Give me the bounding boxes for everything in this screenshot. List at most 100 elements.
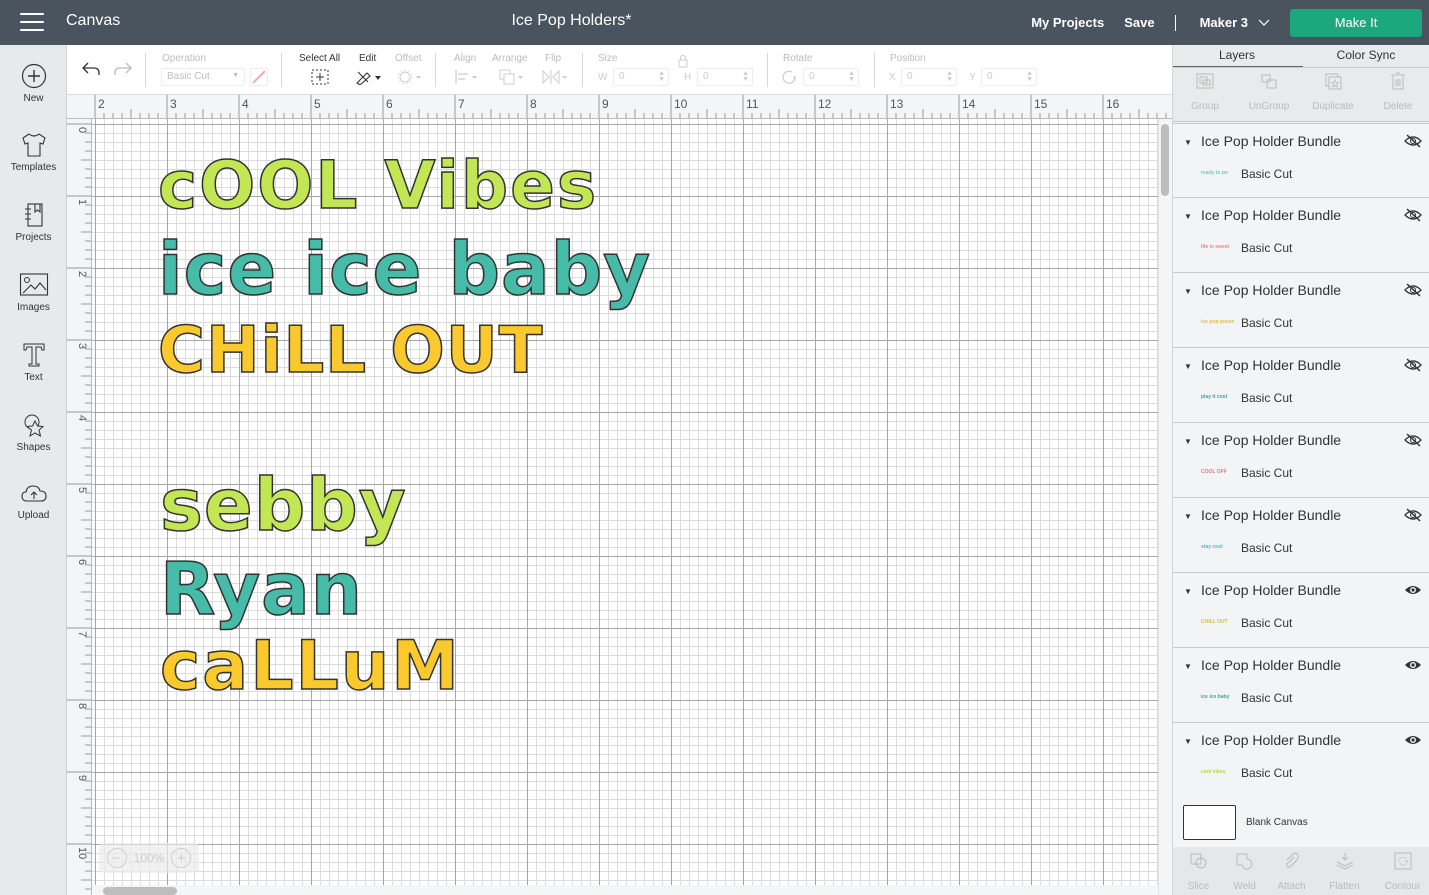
trash-icon [1391, 72, 1405, 90]
layer-row[interactable]: ▼ Ice Pop Holder Bundle CHiLL OUT Basic Cut [1173, 573, 1429, 648]
save-button[interactable]: Save [1124, 15, 1154, 30]
design-text-ice-ice-baby[interactable]: ice ice baby [157, 232, 651, 306]
lock-icon[interactable] [676, 54, 690, 68]
group-button[interactable]: Group [1173, 72, 1237, 112]
notebook-icon [24, 203, 43, 227]
image-icon [19, 273, 48, 296]
select-all-icon[interactable] [311, 69, 329, 85]
x-input[interactable]: 0 ▲ ▼ [901, 68, 957, 86]
eye-hidden-icon[interactable] [1404, 283, 1422, 297]
text-icon [23, 343, 44, 367]
eye-icon[interactable] [1404, 583, 1422, 597]
select-all-label: Select All [299, 53, 341, 64]
layer-operation: Basic Cut [1241, 691, 1293, 705]
stepper-icon[interactable]: ▲ ▼ [848, 70, 855, 83]
layer-row[interactable]: ▼ Ice Pop Holder Bundle life is sweet Basic… [1173, 198, 1429, 273]
design-text-chill-out[interactable]: CHiLL OUT [157, 318, 543, 384]
sidebar-item-templates[interactable]: Templates [0, 132, 67, 173]
divider [1174, 14, 1176, 31]
tab-color-sync[interactable]: Color Sync [1302, 48, 1429, 62]
collapse-caret-icon[interactable]: ▼ [1184, 587, 1192, 596]
contour-button[interactable]: Contour [1377, 852, 1428, 892]
stepper-icon[interactable]: ▲ ▼ [742, 70, 749, 83]
undo-icon[interactable] [81, 61, 101, 77]
eye-icon[interactable] [1404, 733, 1422, 747]
collapse-caret-icon[interactable]: ▼ [1184, 512, 1192, 521]
attach-label: Attach [1277, 881, 1306, 892]
ruler-label: 3 [76, 343, 88, 349]
redo-icon[interactable] [113, 61, 133, 77]
linetype-color-swatch[interactable] [250, 68, 268, 86]
layer-row[interactable]: ▼ Ice Pop Holder Bundle ice ice baby Basic … [1173, 648, 1429, 723]
weld-button[interactable]: Weld [1219, 852, 1270, 892]
stepper-icon[interactable]: ▲ ▼ [946, 70, 953, 83]
width-input[interactable]: 0 ▲ ▼ [613, 68, 669, 86]
sidebar-item-upload[interactable]: Upload [0, 482, 67, 521]
stepper-icon[interactable]: ▲ ▼ [658, 70, 665, 83]
offset-icon[interactable] [397, 69, 423, 85]
eye-hidden-icon[interactable] [1404, 358, 1422, 372]
tab-layers[interactable]: Layers [1173, 48, 1301, 62]
arrange-icon[interactable] [498, 69, 528, 85]
flatten-button[interactable]: Flatten [1319, 852, 1370, 892]
duplicate-button[interactable]: Duplicate [1301, 72, 1365, 112]
design-text-callum[interactable]: caLLuM [159, 632, 461, 702]
sidebar-label: Shapes [16, 442, 51, 453]
eye-icon[interactable] [1404, 658, 1422, 672]
delete-button[interactable]: Delete [1366, 72, 1429, 112]
layer-row[interactable]: ▼ Ice Pop Holder Bundle play it cool Basic … [1173, 348, 1429, 423]
layer-row[interactable]: ▼ Ice Pop Holder Bundle cool vibes Basic Cu… [1173, 723, 1429, 798]
ruler-label: 10 [674, 97, 688, 111]
height-input[interactable]: 0 ▲ ▼ [697, 68, 753, 86]
collapse-caret-icon[interactable]: ▼ [1184, 737, 1192, 746]
collapse-caret-icon[interactable]: ▼ [1184, 212, 1192, 221]
design-text-sebby[interactable]: sebby [159, 468, 407, 542]
layer-row[interactable]: ▼ Ice Pop Holder Bundle stay cool Basic Cut [1173, 498, 1429, 573]
vertical-scrollbar[interactable] [1161, 124, 1169, 196]
layer-name: Ice Pop Holder Bundle [1201, 582, 1342, 598]
collapse-caret-icon[interactable]: ▼ [1184, 138, 1192, 147]
collapse-caret-icon[interactable]: ▼ [1184, 437, 1192, 446]
layer-row[interactable]: ▼ Ice Pop Holder Bundle ready to po Basic C… [1173, 123, 1429, 198]
offset-label: Offset [395, 53, 422, 64]
make-it-button[interactable]: Make It [1290, 8, 1422, 37]
operation-select[interactable]: Basic Cut ▼ [161, 68, 245, 86]
eye-hidden-icon[interactable] [1404, 433, 1422, 447]
zoom-out-button[interactable]: − [106, 848, 127, 868]
zoom-in-button[interactable]: + [171, 848, 192, 868]
design-canvas[interactable]: cOOL Vibes ice ice baby CHiLL OUT sebby … [92, 119, 1158, 885]
collapse-caret-icon[interactable]: ▼ [1184, 362, 1192, 371]
stepper-icon[interactable]: ▲ ▼ [1026, 70, 1033, 83]
attach-button[interactable]: Attach [1266, 852, 1317, 892]
eye-hidden-icon[interactable] [1404, 208, 1422, 222]
rotate-input[interactable]: 0 ▲ ▼ [803, 68, 859, 86]
group-label: Group [1191, 101, 1219, 112]
horizontal-scrollbar[interactable] [103, 887, 177, 895]
layer-row[interactable]: ▼ Ice Pop Holder Bundle COOL OFF Basic Cut [1173, 423, 1429, 498]
layer-operation: Basic Cut [1241, 466, 1293, 480]
eye-hidden-icon[interactable] [1404, 134, 1422, 148]
align-icon[interactable] [454, 69, 480, 85]
collapse-caret-icon[interactable]: ▼ [1184, 662, 1192, 671]
y-input[interactable]: 0 ▲ ▼ [981, 68, 1037, 86]
edit-label: Edit [359, 53, 377, 64]
sidebar-item-projects[interactable]: Projects [0, 202, 67, 243]
my-projects-link[interactable]: My Projects [1031, 15, 1104, 30]
collapse-caret-icon[interactable]: ▼ [1184, 287, 1192, 296]
ruler-label: 7 [76, 631, 88, 637]
sidebar-item-text[interactable]: Text [0, 342, 67, 383]
sidebar-item-images[interactable]: Images [0, 272, 67, 313]
blank-canvas-swatch[interactable] [1183, 805, 1236, 840]
design-text-cool-vibes[interactable]: cOOL Vibes [157, 152, 598, 220]
sidebar-item-shapes[interactable]: Shapes [0, 412, 67, 453]
flip-icon[interactable] [541, 69, 571, 85]
edit-icon[interactable] [355, 69, 383, 85]
ungroup-button[interactable]: UnGroup [1237, 72, 1301, 112]
design-text-ryan[interactable]: Ryan [159, 552, 363, 626]
slice-button[interactable]: Slice [1173, 852, 1224, 892]
machine-selector[interactable]: Maker 3 [1200, 15, 1270, 30]
eye-hidden-icon[interactable] [1404, 508, 1422, 522]
group-icon [1196, 73, 1214, 89]
layer-row[interactable]: ▼ Ice Pop Holder Bundle ice pop posse Basic… [1173, 273, 1429, 348]
sidebar-item-new[interactable]: New [0, 63, 67, 104]
